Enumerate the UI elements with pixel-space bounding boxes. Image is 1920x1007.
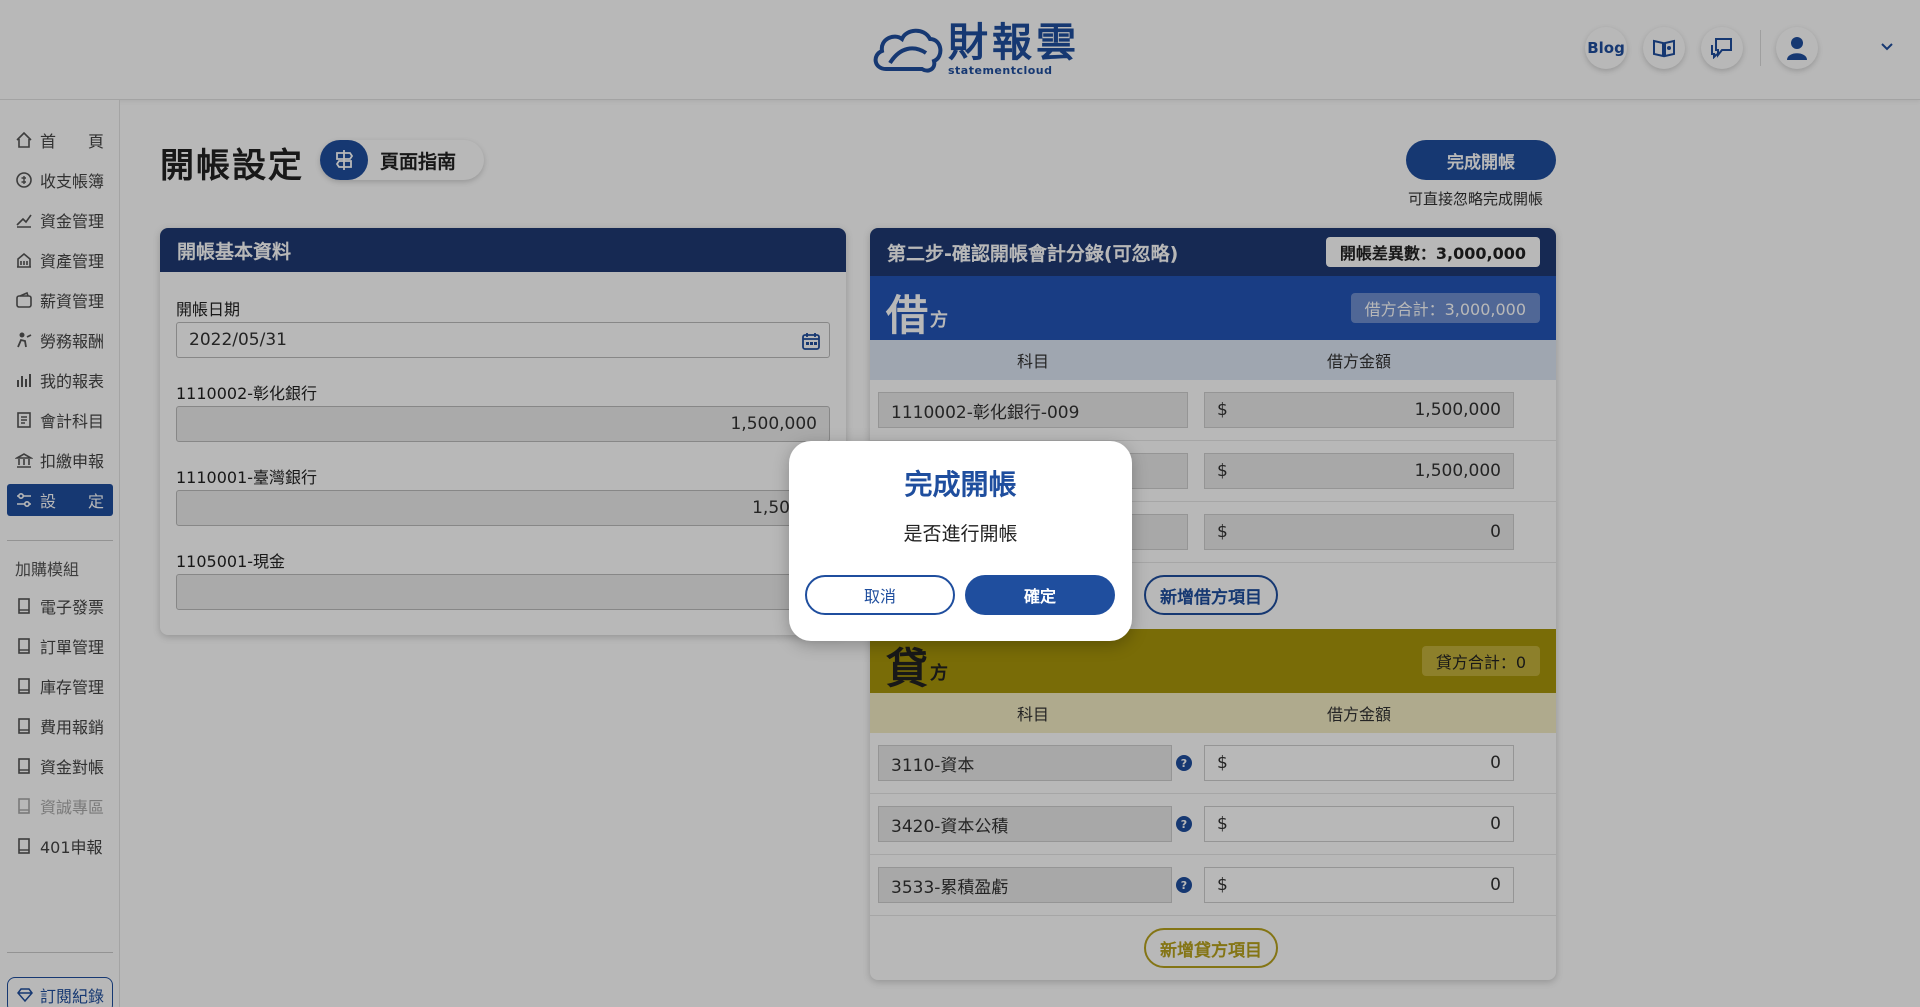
dialog-message: 是否進行開帳 bbox=[903, 523, 1018, 545]
cancel-button[interactable]: 取消 bbox=[805, 575, 955, 615]
confirm-button[interactable]: 確定 bbox=[965, 575, 1115, 615]
dialog-title: 完成開帳 bbox=[904, 468, 1017, 501]
confirm-dialog: 完成開帳 是否進行開帳 取消 確定 bbox=[789, 441, 1132, 641]
